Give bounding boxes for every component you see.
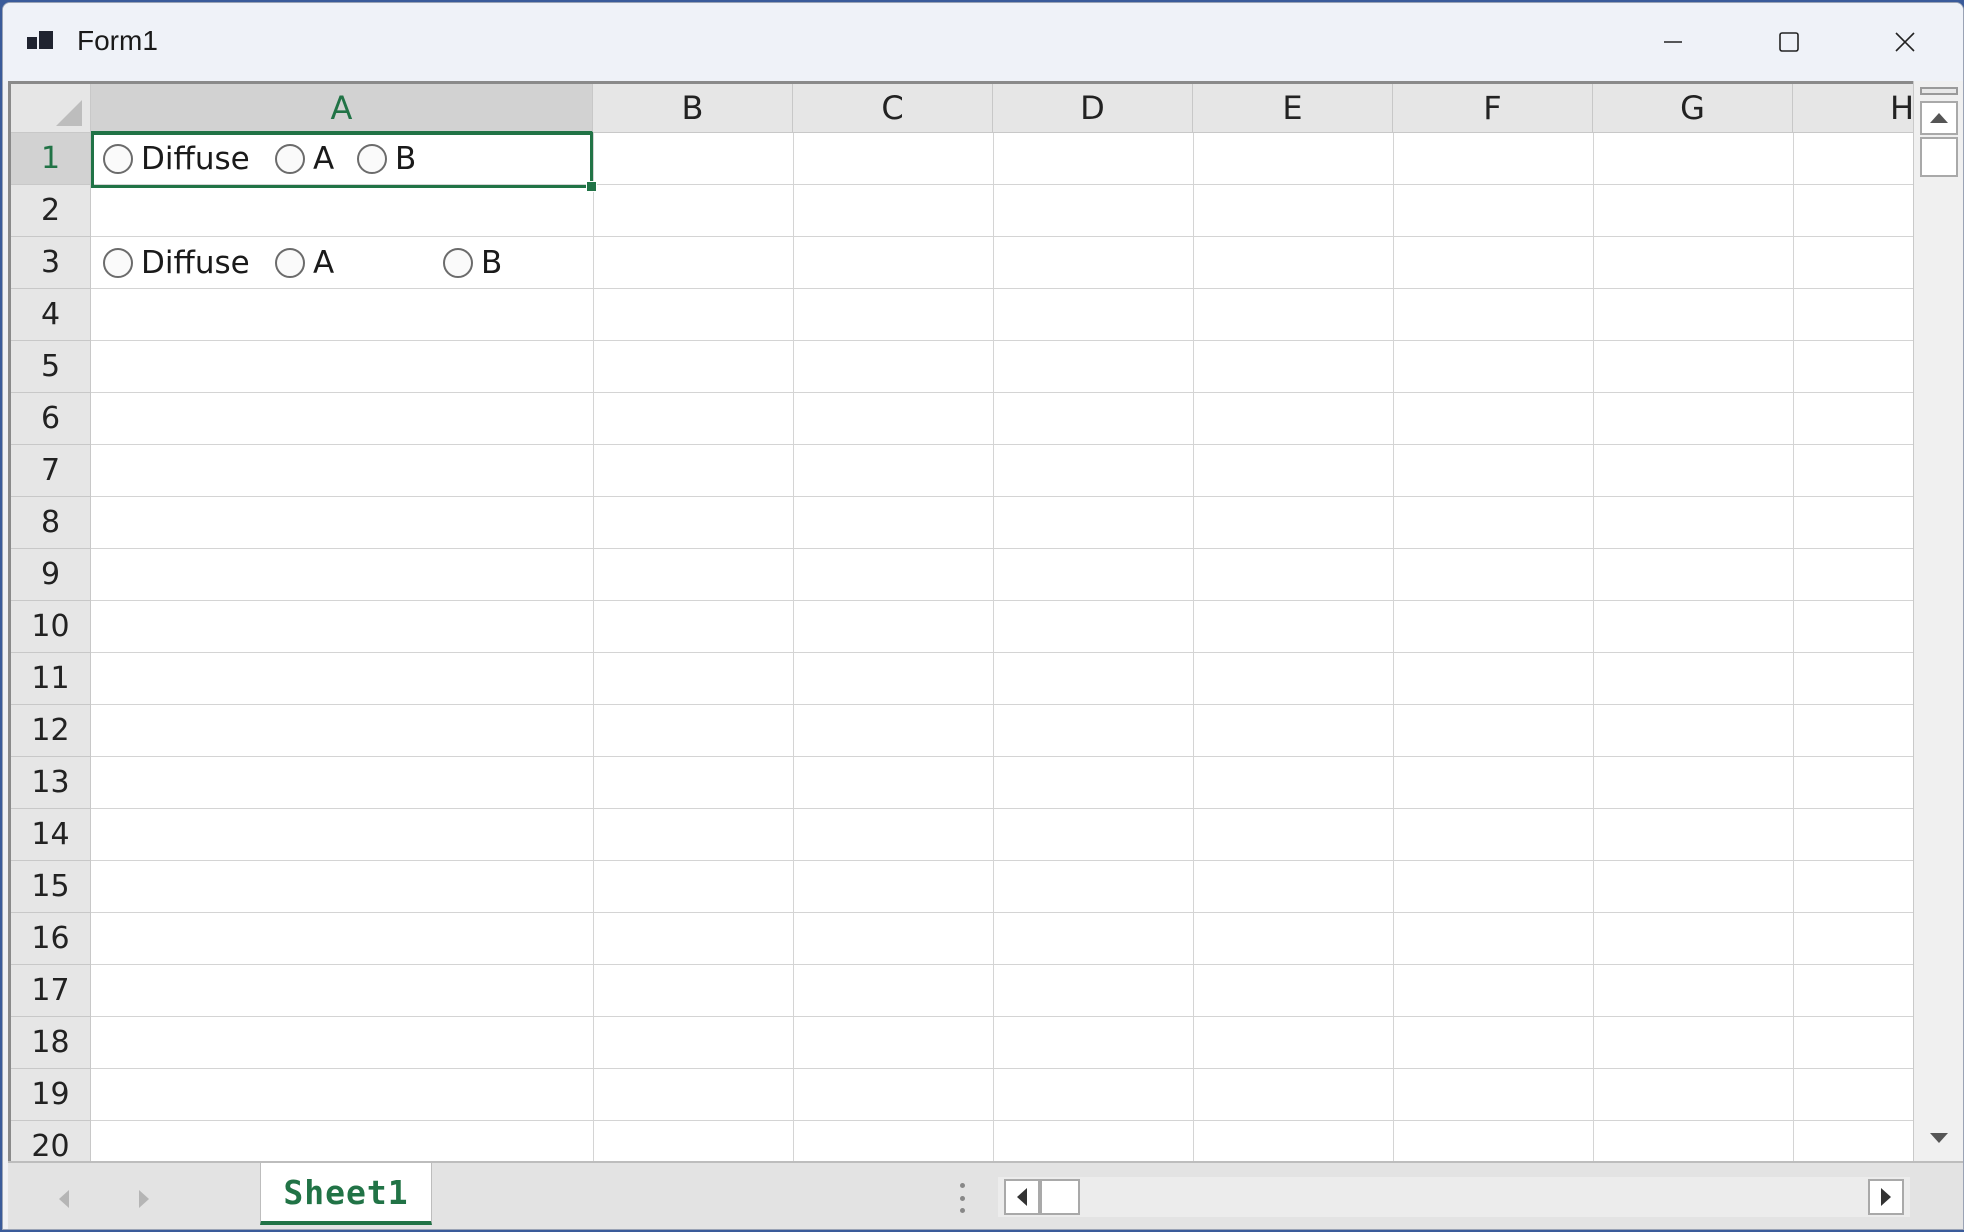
gridline (91, 652, 1916, 653)
gridline (91, 704, 1916, 705)
gridline (91, 444, 1916, 445)
horizontal-scrollbar[interactable] (998, 1177, 1910, 1217)
column-header-g[interactable]: G (1593, 84, 1793, 133)
tab-splitter-icon[interactable] (958, 1183, 966, 1213)
row-header-13[interactable]: 13 (11, 757, 91, 809)
window-title: Form1 (77, 25, 158, 56)
radio-group-row-3: Diffuse A B (97, 237, 587, 289)
gridline (91, 1120, 1916, 1121)
split-box[interactable] (1920, 87, 1958, 95)
gridline (91, 340, 1916, 341)
column-header-c[interactable]: C (793, 84, 993, 133)
radio-label: B (481, 245, 503, 281)
minimize-button[interactable] (1615, 3, 1731, 81)
arrow-up-icon (1930, 113, 1948, 123)
row-header-17[interactable]: 17 (11, 965, 91, 1017)
next-sheet-button[interactable] (124, 1179, 164, 1219)
row-header-18[interactable]: 18 (11, 1017, 91, 1069)
arrow-down-icon (1930, 1133, 1948, 1143)
title-bar[interactable]: Form1 (3, 3, 1963, 81)
radio-label: A (313, 245, 335, 281)
vertical-scrollbar[interactable] (1913, 81, 1963, 1161)
row-header-16[interactable]: 16 (11, 913, 91, 965)
gridline (91, 496, 1916, 497)
sheet-tab-sheet1[interactable]: Sheet1 (260, 1163, 432, 1225)
row-header-3[interactable]: 3 (11, 237, 91, 289)
column-header-h[interactable]: H (1793, 84, 1916, 133)
row-header-19[interactable]: 19 (11, 1069, 91, 1121)
app-window: Form1 A B C D E F G H 1 2 3 4 5 6 7 8 9 … (2, 2, 1964, 1230)
gridline (91, 600, 1916, 601)
gridline (91, 912, 1916, 913)
sheet-tab-bar: Sheet1 (8, 1161, 1963, 1229)
chevron-left-icon (59, 1190, 69, 1208)
arrow-right-icon (1881, 1188, 1891, 1206)
gridline (91, 964, 1916, 965)
spreadsheet-grid[interactable]: A B C D E F G H 1 2 3 4 5 6 7 8 9 10 11 … (8, 81, 1916, 1161)
row-header-15[interactable]: 15 (11, 861, 91, 913)
column-header-a[interactable]: A (91, 84, 593, 133)
horizontal-scroll-thumb[interactable] (1040, 1179, 1080, 1215)
column-header-b[interactable]: B (593, 84, 793, 133)
radio-button-b[interactable] (443, 248, 473, 278)
close-button[interactable] (1847, 3, 1963, 81)
radio-label: Diffuse (141, 245, 250, 281)
radio-button-a[interactable] (275, 248, 305, 278)
scroll-down-button[interactable] (1920, 1121, 1958, 1155)
gridline (91, 808, 1916, 809)
column-header-f[interactable]: F (1393, 84, 1593, 133)
row-header-2[interactable]: 2 (11, 185, 91, 237)
column-header-d[interactable]: D (993, 84, 1193, 133)
vertical-scroll-thumb[interactable] (1920, 137, 1958, 177)
radio-button-diffuse[interactable] (103, 248, 133, 278)
gridline (91, 548, 1916, 549)
close-icon (1895, 32, 1915, 52)
row-header-11[interactable]: 11 (11, 653, 91, 705)
app-icon (27, 29, 57, 55)
previous-sheet-button[interactable] (44, 1179, 84, 1219)
row-header-9[interactable]: 9 (11, 549, 91, 601)
row-header-1[interactable]: 1 (11, 133, 91, 185)
gridline (91, 1068, 1916, 1069)
scroll-up-button[interactable] (1920, 101, 1958, 135)
fill-handle[interactable] (586, 181, 597, 192)
select-all-corner[interactable] (11, 84, 91, 133)
arrow-left-icon (1017, 1188, 1027, 1206)
gridline (91, 756, 1916, 757)
scroll-left-button[interactable] (1004, 1179, 1040, 1215)
gridline (91, 1016, 1916, 1017)
scroll-right-button[interactable] (1868, 1179, 1904, 1215)
row-header-10[interactable]: 10 (11, 601, 91, 653)
gridline (91, 392, 1916, 393)
row-header-4[interactable]: 4 (11, 289, 91, 341)
row-header-14[interactable]: 14 (11, 809, 91, 861)
minimize-icon (1664, 41, 1682, 43)
row-header-12[interactable]: 12 (11, 705, 91, 757)
maximize-icon (1779, 32, 1799, 52)
row-header-5[interactable]: 5 (11, 341, 91, 393)
row-header-7[interactable]: 7 (11, 445, 91, 497)
gridline (91, 860, 1916, 861)
row-header-20[interactable]: 20 (11, 1121, 91, 1161)
row-header-6[interactable]: 6 (11, 393, 91, 445)
row-header-8[interactable]: 8 (11, 497, 91, 549)
chevron-right-icon (139, 1190, 149, 1208)
maximize-button[interactable] (1731, 3, 1847, 81)
column-header-e[interactable]: E (1193, 84, 1393, 133)
active-cell-selection[interactable] (91, 132, 597, 192)
